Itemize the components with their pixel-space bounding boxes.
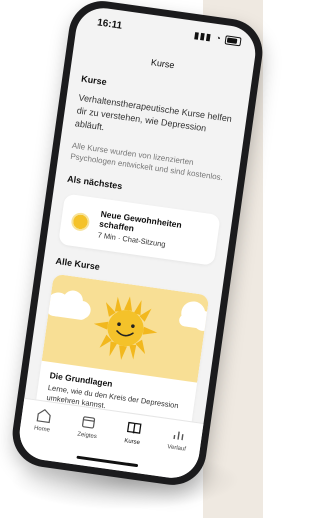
tab-zeigtes[interactable]: Zeigtes <box>77 413 100 440</box>
main-content: Kurse Verhaltenstherapeutische Kurse hel… <box>23 66 250 434</box>
tab-verlauf[interactable]: Verlauf <box>166 425 189 453</box>
status-time: 16:11 <box>96 17 123 32</box>
tab-kurse[interactable]: Kurse <box>124 419 143 446</box>
wifi-icon: ◔ <box>214 32 223 44</box>
tab-kurse-label: Kurse <box>123 438 141 447</box>
tab-home-label: Home <box>33 425 51 434</box>
chart-icon <box>173 431 184 441</box>
book-icon <box>126 421 142 434</box>
tab-verlauf-label: Verlauf <box>166 444 187 453</box>
next-session-text: Neue Gewohnheiten schaffen 7 Min · Chat-… <box>97 209 209 255</box>
signal-icon: ▮▮▮ <box>193 29 213 43</box>
app-screen: 16:11 ▮▮▮ ◔ Kurse Kurse Verhaltenstherap… <box>16 4 259 482</box>
battery-icon <box>224 35 242 47</box>
tab-home[interactable]: Home <box>34 407 53 434</box>
calendar-icon <box>82 416 96 429</box>
home-indicator <box>75 455 138 468</box>
phone-mockup: 16:11 ▮▮▮ ◔ Kurse Kurse Verhaltenstherap… <box>0 0 267 518</box>
status-icons: ▮▮▮ ◔ <box>193 29 242 47</box>
next-session-card[interactable]: Neue Gewohnheiten schaffen 7 Min · Chat-… <box>58 193 221 266</box>
phone-frame: 16:11 ▮▮▮ ◔ Kurse Kurse Verhaltenstherap… <box>8 0 267 490</box>
home-icon <box>36 408 51 424</box>
tab-zeigtes-label: Zeigtes <box>76 431 98 441</box>
sun-icon <box>70 211 91 232</box>
